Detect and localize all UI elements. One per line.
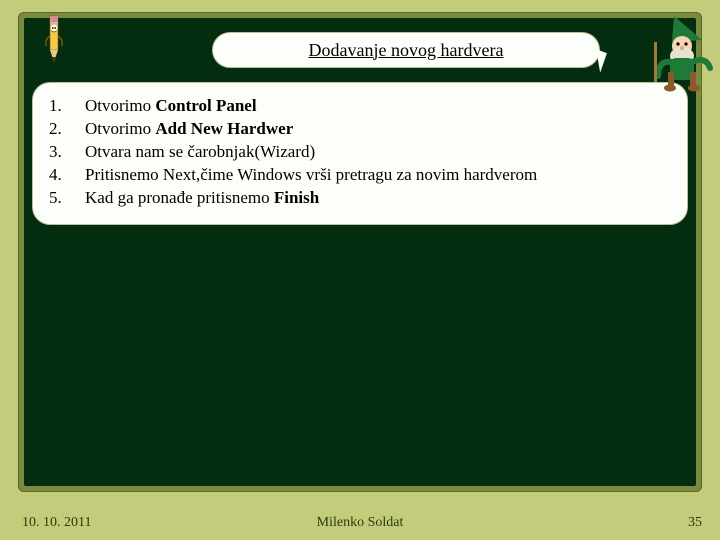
- list-item: 1. Otvorimo Control Panel: [49, 95, 671, 118]
- pencil-icon: [44, 12, 64, 68]
- list-text: Otvara nam se čarobnjak(Wizard): [85, 141, 315, 164]
- list-text: Otvorimo Add New Hardwer: [85, 118, 293, 141]
- list-text: Pritisnemo Next,čime Windows vrši pretra…: [85, 164, 537, 187]
- list-number: 1.: [49, 95, 85, 118]
- content-box: 1. Otvorimo Control Panel 2. Otvorimo Ad…: [32, 82, 688, 225]
- footer-date: 10. 10. 2011: [22, 515, 91, 531]
- list-text: Kad ga pronađe pritisnemo Finish: [85, 187, 319, 210]
- slide-title-text: Dodavanje novog hardvera: [309, 40, 504, 61]
- list-number: 5.: [49, 187, 85, 210]
- list-number: 2.: [49, 118, 85, 141]
- speech-tail: [596, 47, 610, 72]
- footer-page-number: 35: [688, 515, 702, 531]
- list-number: 4.: [49, 164, 85, 187]
- list-item: 2. Otvorimo Add New Hardwer: [49, 118, 671, 141]
- list-item: 3. Otvara nam se čarobnjak(Wizard): [49, 141, 671, 164]
- list-item: 4. Pritisnemo Next,čime Windows vrši pre…: [49, 164, 671, 187]
- slide-title: Dodavanje novog hardvera: [212, 32, 600, 68]
- gnome-icon: [652, 12, 718, 94]
- chalkboard: Dodavanje novog hardvera 1. Otvorimo Con…: [24, 18, 696, 486]
- list-number: 3.: [49, 141, 85, 164]
- chalkboard-frame: Dodavanje novog hardvera 1. Otvorimo Con…: [18, 12, 702, 492]
- list-text: Otvorimo Control Panel: [85, 95, 257, 118]
- slide-footer: 10. 10. 2011 Milenko Soldat 35: [0, 506, 720, 540]
- list-item: 5. Kad ga pronađe pritisnemo Finish: [49, 187, 671, 210]
- footer-author: Milenko Soldat: [0, 515, 720, 531]
